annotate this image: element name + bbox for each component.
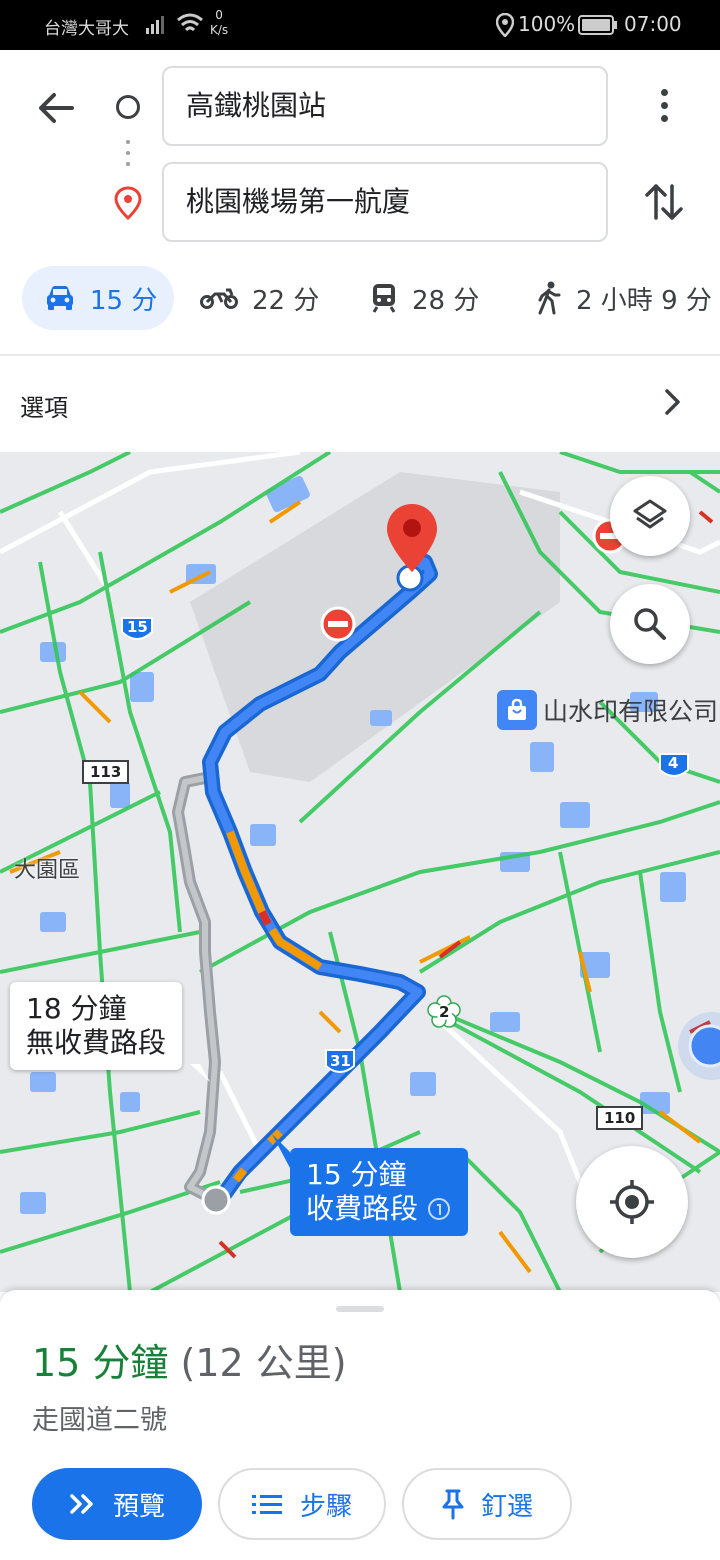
destination-pin-icon	[114, 186, 142, 220]
tab-transit[interactable]: 28 分	[370, 266, 479, 330]
search-button[interactable]	[610, 584, 690, 664]
tab-motorcycle[interactable]: 22 分	[200, 266, 319, 330]
tab-car-time: 15 分	[90, 285, 158, 316]
wifi-icon	[177, 13, 203, 32]
more-options-icon[interactable]	[650, 84, 678, 132]
highway-2-shield: 2	[439, 1003, 450, 1021]
search-icon	[634, 608, 666, 640]
route-duration: 15 分鐘 (12 公里)	[32, 1332, 347, 1387]
distance-text: (12 公里)	[180, 1341, 347, 1385]
shopping-bag-icon	[497, 690, 537, 730]
status-bar: 台灣大哥大 0 K/s 100% 07:00	[0, 0, 720, 50]
directions-header: 高鐵桃園站 桃園機場第一航廈	[0, 50, 720, 260]
motorcycle-icon	[200, 288, 238, 309]
swap-icon[interactable]	[642, 178, 686, 226]
tab-walk[interactable]: 2 小時 9 分	[536, 266, 712, 330]
road-113-shield: 113	[82, 760, 130, 784]
tab-motorcycle-time: 22 分	[252, 285, 320, 316]
pin-label: 釘選	[480, 1491, 533, 1522]
options-row[interactable]: 選項	[0, 356, 720, 452]
district-label: 大園區	[14, 858, 81, 883]
alt-route-note: 無收費路段	[26, 1026, 167, 1059]
net-speed: 0 K/s	[210, 8, 229, 37]
list-icon	[251, 1495, 282, 1514]
main-route-note: 收費路段	[306, 1192, 419, 1225]
layers-icon	[633, 499, 667, 529]
steps-button[interactable]: 步驟	[218, 1468, 386, 1540]
toll-info-icon	[428, 1198, 451, 1220]
alt-route-time: 18 分鐘	[26, 992, 127, 1025]
travel-mode-tabs: 15 分 22 分 28 分 2 小時 9 分	[0, 260, 720, 356]
place-marker[interactable]: 山水印有限公司	[497, 690, 718, 730]
duration-text: 15 分鐘	[32, 1341, 169, 1385]
tab-car[interactable]: 15 分	[22, 266, 174, 330]
layers-button[interactable]	[610, 476, 690, 556]
road-110-shield: 110	[596, 1106, 644, 1130]
pin-button[interactable]: 釘選	[402, 1468, 572, 1540]
preview-button[interactable]: 預覽	[32, 1468, 202, 1540]
walk-icon	[538, 281, 561, 315]
options-label: 選項	[20, 394, 68, 422]
route-summary-sheet[interactable]: 15 分鐘 (12 公里) 走國道二號 預覽 步驟 釘選	[0, 1290, 720, 1560]
origin-circle-icon	[116, 95, 140, 119]
sheet-drag-handle[interactable]	[336, 1306, 384, 1312]
car-icon	[47, 286, 73, 310]
route-dots-icon	[126, 140, 130, 173]
battery-icon	[578, 15, 617, 35]
signal-icon	[146, 16, 164, 34]
steps-label: 步驟	[299, 1491, 352, 1522]
alt-route-label[interactable]: 18 分鐘 無收費路段	[10, 982, 183, 1070]
highway-15-shield: 15	[127, 618, 148, 636]
crosshair-icon	[610, 1180, 654, 1224]
main-route-time: 15 分鐘	[306, 1158, 407, 1191]
my-location-button[interactable]	[576, 1146, 688, 1258]
map-view[interactable]: 15 4 31 2 113 110 大園區 山水印有限公司 18 分鐘 無收費路…	[0, 452, 720, 1292]
tab-walk-time: 2 小時 9 分	[576, 285, 712, 316]
tab-transit-time: 28 分	[412, 285, 480, 316]
location-icon	[496, 13, 514, 37]
battery-percent: 100%	[518, 12, 576, 36]
carrier-name: 台灣大哥大	[44, 19, 129, 39]
origin-field[interactable]: 高鐵桃園站	[162, 66, 608, 146]
back-arrow-icon[interactable]	[32, 84, 80, 132]
train-icon	[372, 284, 396, 313]
main-route-label[interactable]: 15 分鐘 收費路段	[290, 1148, 469, 1236]
place-name: 山水印有限公司	[543, 697, 719, 726]
highway-4-shield: 4	[668, 754, 679, 772]
route-via: 走國道二號	[32, 1405, 167, 1436]
preview-label: 預覽	[112, 1491, 165, 1522]
destination-field[interactable]: 桃園機場第一航廈	[162, 162, 608, 242]
double-chevron-icon	[70, 1494, 93, 1514]
clock: 07:00	[624, 12, 682, 36]
highway-31-shield: 31	[330, 1052, 351, 1070]
chevron-right-icon	[665, 389, 680, 415]
pushpin-icon	[442, 1489, 464, 1520]
